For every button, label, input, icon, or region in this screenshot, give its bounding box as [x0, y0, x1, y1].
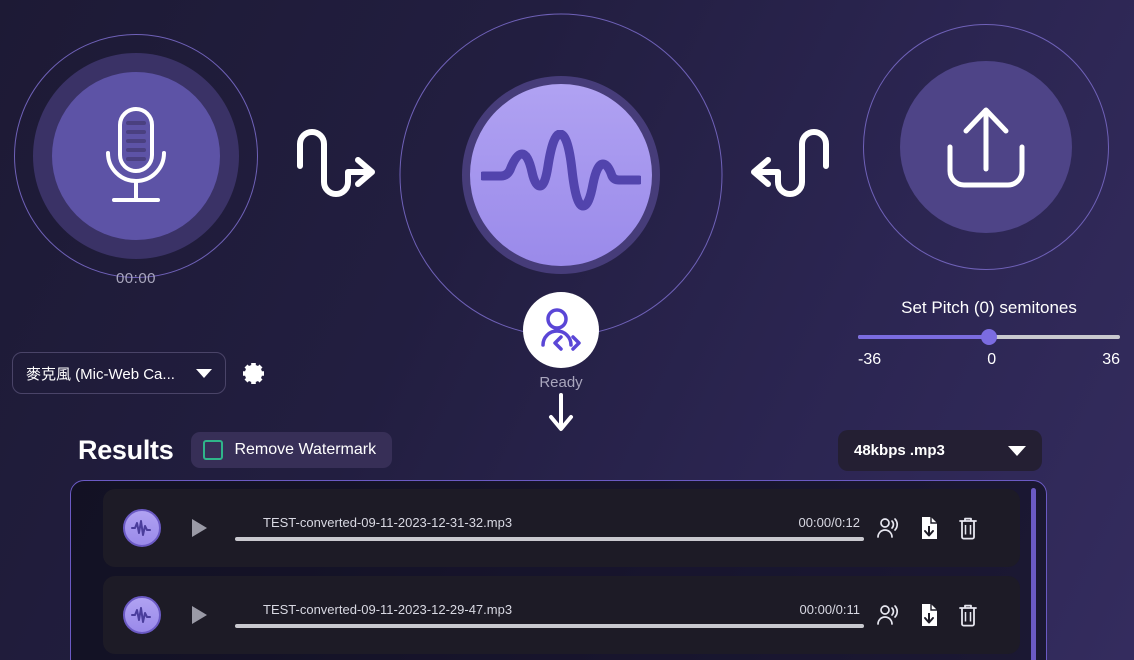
status-avatar[interactable] [523, 292, 599, 368]
app-stage: 00:00 Ready 麥克風 (Mic-Web Ca... Set Pitch… [0, 0, 1134, 660]
status-indicator: Ready [519, 292, 603, 433]
record-microphone-panel: 00:00 [14, 24, 258, 288]
converter-visual-panel [398, 12, 723, 337]
pitch-min-label: -36 [858, 351, 882, 368]
microphone-select[interactable]: 麥克風 (Mic-Web Ca... [12, 352, 226, 394]
pitch-scale: -36 0 36 [858, 351, 1120, 369]
pitch-control: Set Pitch (0) semitones -36 0 36 [858, 298, 1120, 369]
track-info: TEST-converted-09-11-2023-12-31-32.mp3 0… [235, 515, 864, 541]
device-controls: 麥克風 (Mic-Web Ca... [12, 352, 266, 394]
download-file-icon[interactable] [919, 603, 939, 627]
remove-watermark-checkbox[interactable] [203, 440, 224, 460]
chevron-down-icon [196, 368, 212, 378]
voice-change-icon[interactable] [876, 516, 900, 540]
format-select-value: 48kbps .mp3 [854, 442, 945, 459]
play-icon[interactable] [189, 604, 209, 626]
upload-button[interactable] [900, 61, 1072, 233]
results-header: Results Remove Watermark [78, 432, 393, 468]
record-timer: 00:00 [115, 270, 157, 287]
pitch-slider[interactable] [858, 329, 1120, 345]
curved-arrow-left-icon [738, 118, 838, 212]
download-file-icon[interactable] [919, 516, 939, 540]
results-list: TEST-converted-09-11-2023-12-31-32.mp3 0… [71, 481, 1046, 660]
play-icon[interactable] [189, 517, 209, 539]
track-progress-bar[interactable] [235, 624, 864, 628]
upload-panel [863, 24, 1109, 270]
microphone-select-value: 麥克風 (Mic-Web Ca... [26, 365, 175, 383]
track-time: 00:00/0:11 [799, 602, 860, 617]
record-button[interactable] [52, 72, 220, 240]
pitch-slider-thumb[interactable] [981, 329, 997, 345]
track-meta: TEST-converted-09-11-2023-12-29-47.mp3 0… [235, 602, 864, 617]
track-meta: TEST-converted-09-11-2023-12-31-32.mp3 0… [235, 515, 864, 530]
user-code-icon [536, 305, 586, 355]
pitch-mid-label: 0 [987, 351, 997, 368]
page-title: Results [78, 434, 174, 465]
pitch-max-label: 36 [1102, 351, 1120, 368]
results-scrollbar[interactable] [1031, 488, 1036, 660]
audio-waveform-icon [480, 129, 641, 220]
status-label: Ready [539, 374, 583, 391]
pitch-title: Set Pitch (0) semitones [901, 298, 1077, 317]
track-actions [876, 603, 978, 627]
pitch-slider-fill [858, 335, 989, 339]
gear-icon[interactable] [240, 360, 266, 386]
remove-watermark-toggle[interactable]: Remove Watermark [191, 432, 393, 468]
chevron-down-icon [1008, 445, 1026, 456]
results-panel: TEST-converted-09-11-2023-12-31-32.mp3 0… [70, 480, 1047, 660]
waveform-avatar-icon [123, 509, 161, 547]
track-time: 00:00/0:12 [798, 515, 860, 530]
upload-icon [934, 99, 1038, 195]
waveform-avatar-icon [123, 596, 161, 634]
track-info: TEST-converted-09-11-2023-12-29-47.mp3 0… [235, 602, 864, 628]
microphone-icon [92, 101, 180, 211]
format-select[interactable]: 48kbps .mp3 [838, 430, 1042, 471]
trash-icon[interactable] [958, 603, 978, 627]
table-row[interactable]: TEST-converted-09-11-2023-12-31-32.mp3 0… [103, 489, 1020, 567]
arrow-down-icon [519, 393, 603, 433]
track-progress-bar[interactable] [235, 537, 864, 541]
curved-arrow-right-icon [288, 120, 388, 210]
track-name: TEST-converted-09-11-2023-12-31-32.mp3 [263, 515, 513, 530]
voice-change-icon[interactable] [876, 603, 900, 627]
remove-watermark-label: Remove Watermark [234, 441, 377, 458]
trash-icon[interactable] [958, 516, 978, 540]
track-name: TEST-converted-09-11-2023-12-29-47.mp3 [263, 602, 513, 617]
table-row[interactable]: TEST-converted-09-11-2023-12-29-47.mp3 0… [103, 576, 1020, 654]
track-actions [876, 516, 978, 540]
audio-waveform-button[interactable] [469, 83, 652, 266]
